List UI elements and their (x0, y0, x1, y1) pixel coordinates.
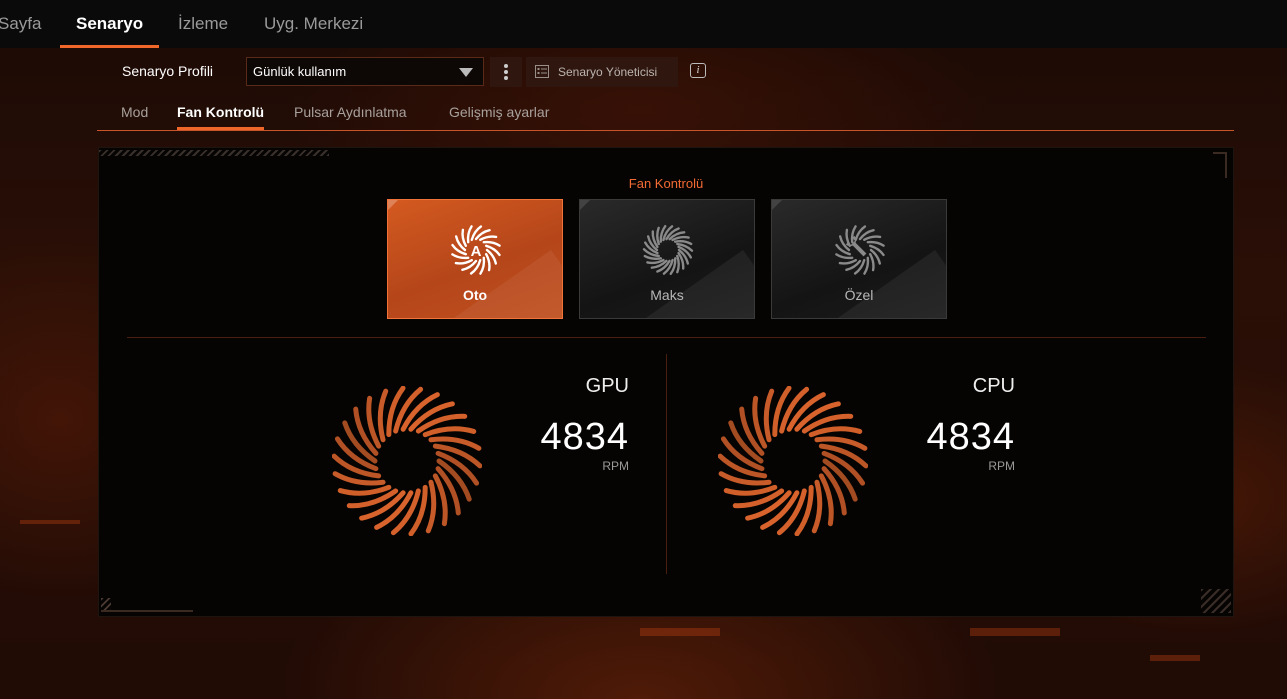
fan-blade (811, 479, 823, 534)
panel-corner-decoration (99, 150, 329, 156)
panel-corner-decoration (1213, 152, 1227, 178)
fan-blade (838, 258, 857, 265)
cpu-label: CPU (972, 375, 1015, 397)
nav-tab-scenario[interactable]: Senaryo (60, 0, 160, 48)
fan-blade (425, 479, 437, 534)
fan-blade (461, 228, 468, 247)
chevron-down-icon (459, 68, 473, 77)
more-dot-icon (504, 64, 508, 68)
fan-blade (646, 258, 665, 265)
panel-corner-decoration (1201, 589, 1231, 613)
fan-blade (808, 426, 863, 438)
fan-blade (676, 254, 680, 274)
subtab-pulsar-lighting[interactable]: Pulsar Aydınlatma (294, 104, 407, 130)
fan-blade (484, 253, 491, 272)
fan-auto-icon: A (451, 225, 501, 275)
cpu-rpm-unit: RPM (988, 459, 1015, 473)
nav-tab-app-center[interactable]: Uyg. Merkezi (264, 0, 363, 48)
cpu-fan-icon (718, 386, 868, 536)
cpu-rpm-value: 4834 (926, 416, 1015, 458)
subtab-advanced-settings[interactable]: Gelişmiş ayarlar (449, 104, 549, 130)
divider (666, 354, 667, 574)
svg-text:A: A (471, 243, 482, 260)
gpu-fan-icon (332, 386, 482, 536)
subtab-fan-control[interactable]: Fan Kontrolü (177, 104, 265, 130)
fan-blade (752, 395, 768, 449)
profile-dropdown[interactable]: Günlük kullanım (246, 57, 484, 86)
profile-label: Senaryo Profili (122, 63, 214, 79)
fan-blade (723, 484, 778, 496)
fan-blade (671, 235, 690, 242)
mode-max-label: Maks (650, 287, 684, 303)
gpu-label: GPU (585, 375, 629, 397)
fan-blade (863, 235, 882, 242)
fan-blade (377, 388, 389, 443)
gpu-rpm-value: 4834 (540, 416, 629, 458)
gpu-rpm-unit: RPM (602, 459, 629, 473)
fan-max-icon (642, 224, 694, 276)
info-icon[interactable]: i (690, 63, 706, 78)
top-navigation: Sayfa Senaryo İzleme Uyg. Merkezi (0, 0, 1287, 48)
scenario-manager-button[interactable]: Senaryo Yöneticisi (526, 57, 678, 87)
fan-blade (818, 473, 834, 527)
fan-blade (432, 473, 448, 527)
section-title: Fan Kontrolü (628, 176, 704, 191)
fan-blade (337, 484, 392, 496)
panel-corner-decoration (101, 610, 193, 612)
profile-selected-value: Günlük kullanım (253, 64, 347, 79)
nav-tab-home[interactable]: Sayfa (0, 0, 41, 48)
list-icon (535, 65, 549, 78)
fan-blade (479, 235, 498, 242)
fan-blade (868, 253, 875, 272)
mode-custom-label: Özel (844, 287, 874, 303)
fan-blade (366, 395, 382, 449)
mode-auto-label: Oto (462, 287, 488, 303)
divider (127, 337, 1206, 338)
sub-tabs: Mod Fan Kontrolü Pulsar Aydınlatma Geliş… (97, 100, 1234, 131)
fan-control-panel: Fan Kontrolü A Oto Maks Özel GPU 4834 RP… (98, 147, 1234, 617)
fan-blade (656, 226, 660, 246)
mode-custom-button[interactable]: Özel (771, 199, 947, 319)
more-options-button[interactable] (490, 57, 522, 87)
fan-blade (763, 388, 775, 443)
mode-auto-button[interactable]: A Oto (387, 199, 563, 319)
fan-custom-icon (835, 225, 885, 275)
scenario-manager-label: Senaryo Yöneticisi (558, 65, 658, 79)
subtab-mode[interactable]: Mod (121, 104, 148, 130)
nav-tab-monitoring[interactable]: İzleme (178, 0, 228, 48)
fan-blade (454, 258, 473, 265)
mode-max-button[interactable]: Maks (579, 199, 755, 319)
fan-blade (422, 426, 477, 438)
